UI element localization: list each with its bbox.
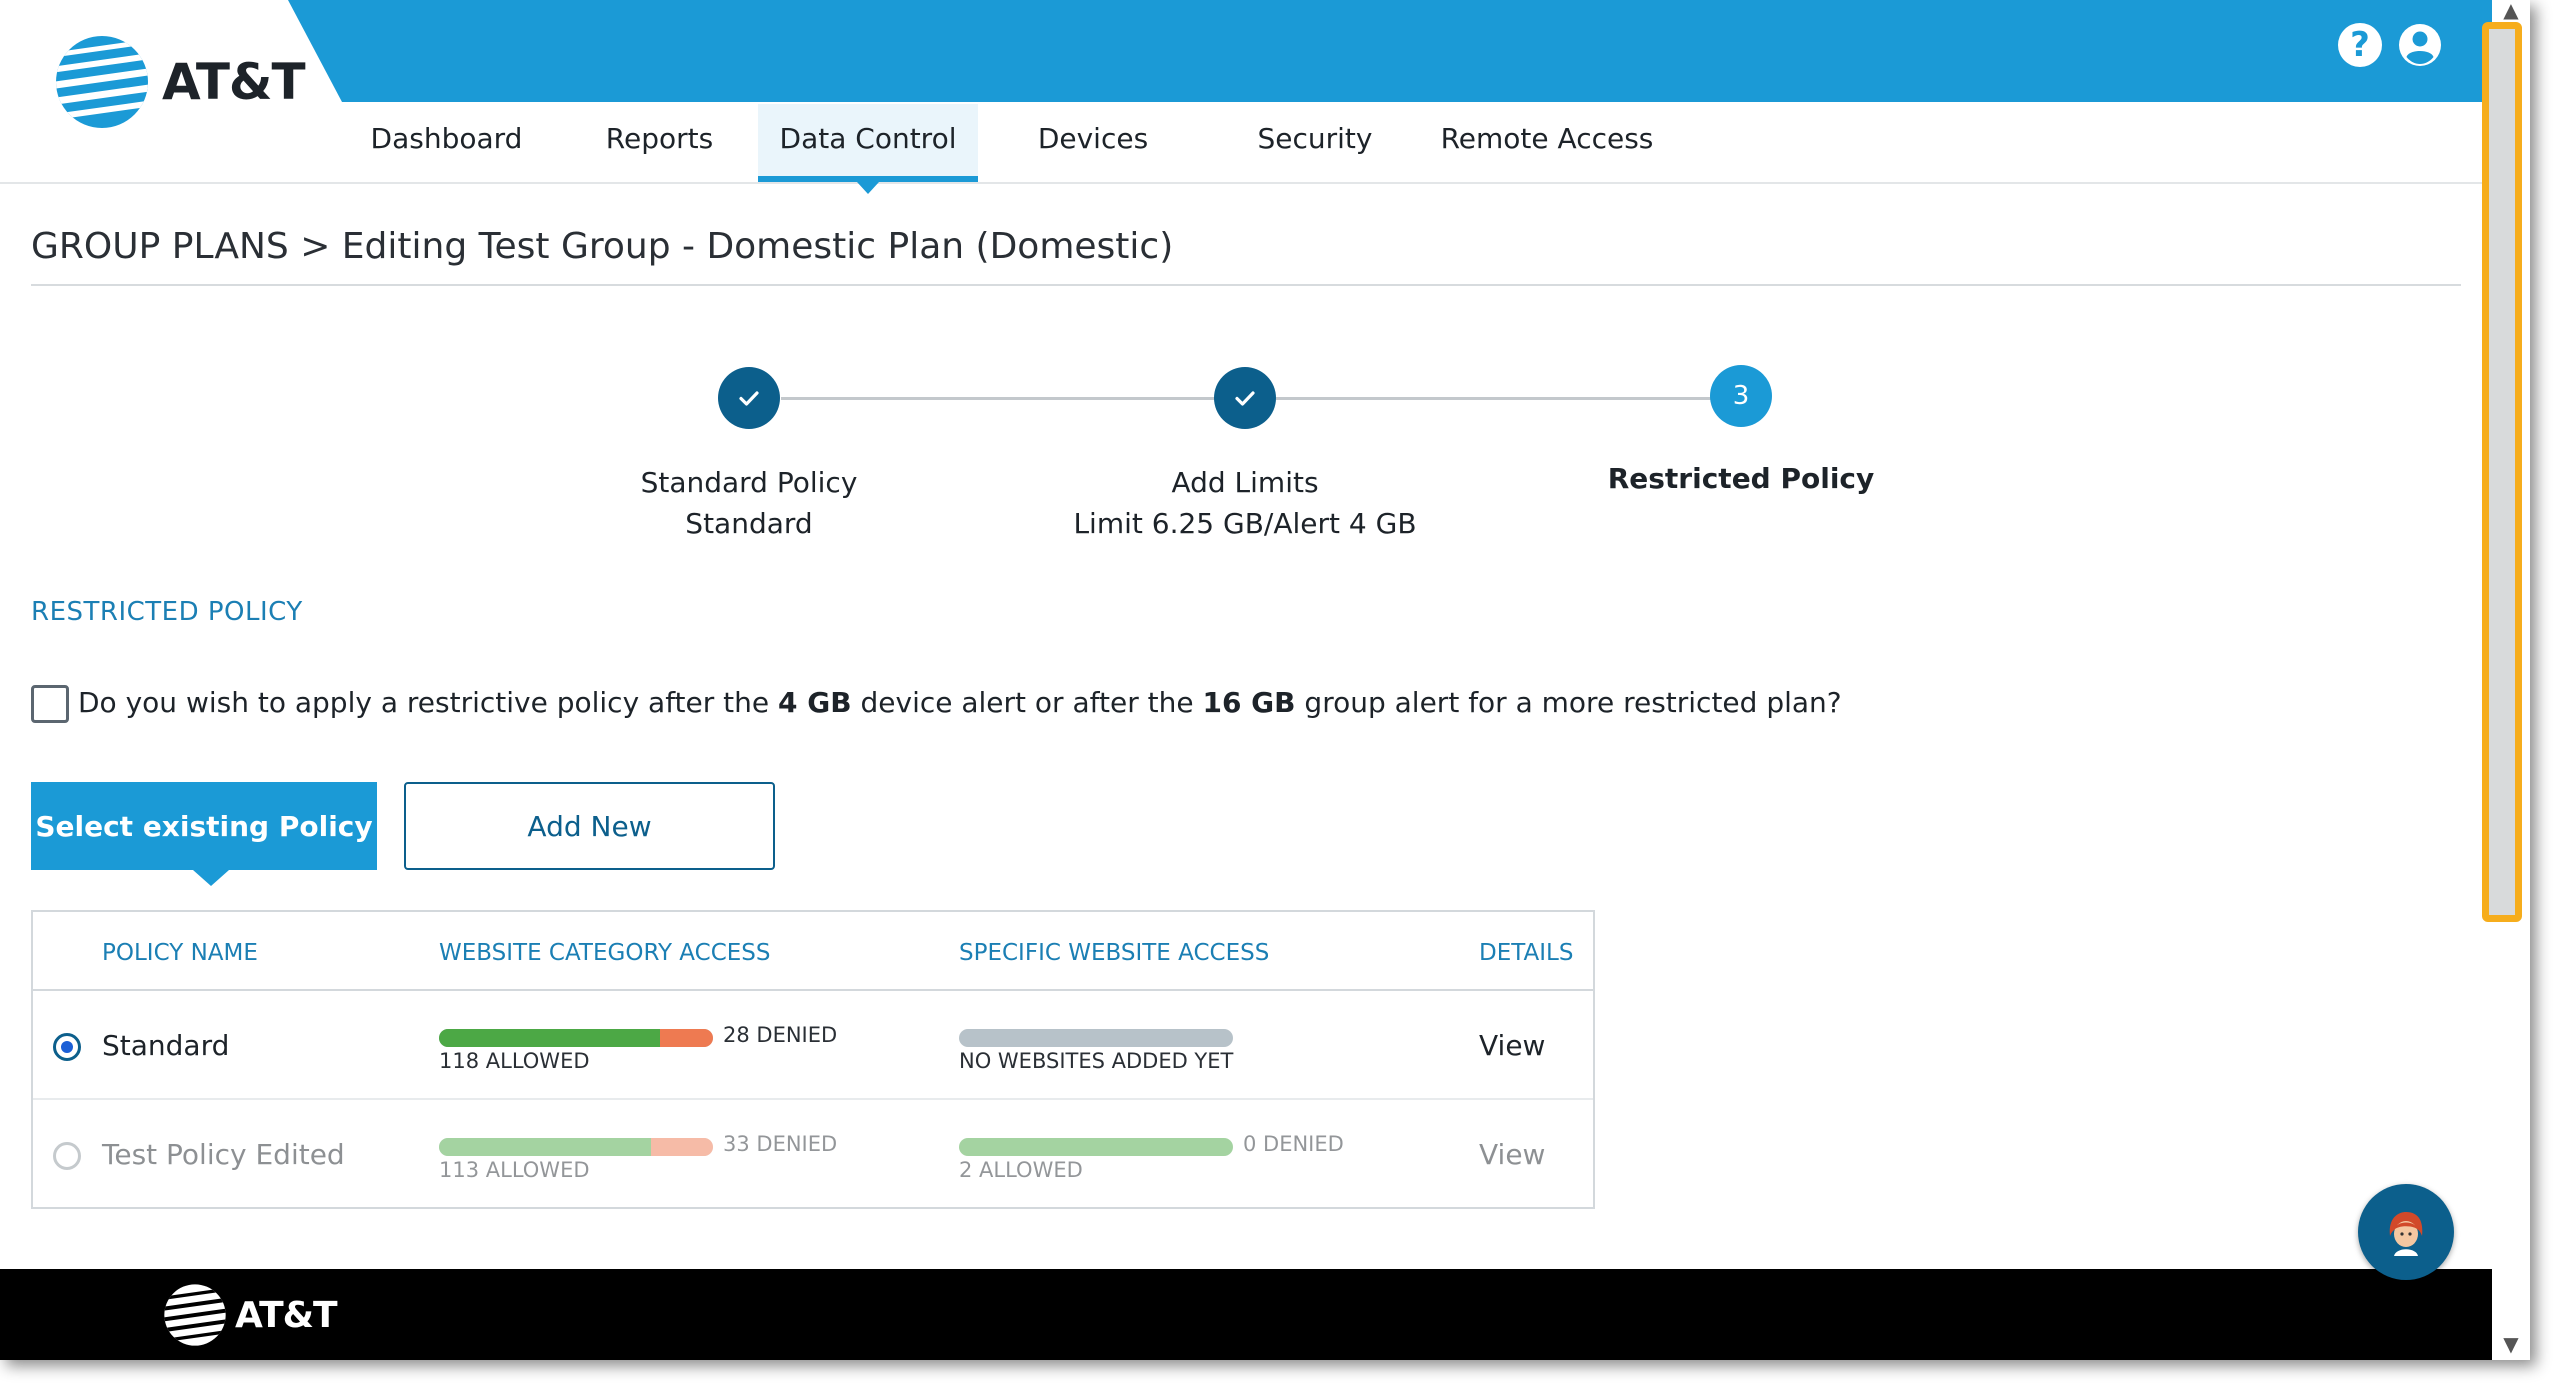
column-header-category-access: WEBSITE CATEGORY ACCESS <box>439 940 771 966</box>
specific-denied-label: 0 DENIED <box>1243 1132 1344 1156</box>
restrictive-policy-question: Do you wish to apply a restrictive polic… <box>78 686 1842 719</box>
table-row: Standard 28 DENIED 118 ALLOWED NO WEBSIT… <box>33 989 1593 1097</box>
step-subtitle: Standard <box>685 507 813 540</box>
scroll-up-arrow-icon[interactable]: ▲ <box>2492 0 2530 20</box>
header-divider <box>0 182 2492 184</box>
allowed-segment <box>439 1029 661 1047</box>
browser-viewport: AT&T ? Dashboard Reports Data Control De… <box>0 0 2530 1360</box>
main-nav: Dashboard Reports Data Control Devices S… <box>340 104 1672 194</box>
device-alert-value: 4 GB <box>778 686 852 719</box>
nav-reports[interactable]: Reports <box>553 104 766 182</box>
top-header: AT&T ? Dashboard Reports Data Control De… <box>0 0 2492 194</box>
policy-radio-test-policy-edited[interactable] <box>53 1142 81 1170</box>
specific-access-bar <box>959 1138 1233 1156</box>
nav-devices[interactable]: Devices <box>978 104 1208 182</box>
policy-radio-standard[interactable] <box>53 1033 81 1061</box>
chat-assistant-button[interactable] <box>2358 1184 2454 1280</box>
add-new-policy-button[interactable]: Add New <box>404 782 775 870</box>
section-title: RESTRICTED POLICY <box>31 597 303 627</box>
category-allowed-label: 113 ALLOWED <box>439 1158 590 1182</box>
step-1-check-icon <box>718 367 780 429</box>
nav-security[interactable]: Security <box>1208 104 1422 182</box>
policy-table: POLICY NAME WEBSITE CATEGORY ACCESS SPEC… <box>31 910 1595 1209</box>
column-header-details: DETAILS <box>1479 940 1574 966</box>
page-footer: AT&T <box>0 1269 2492 1360</box>
selected-option-caret <box>193 870 229 886</box>
page-breadcrumb: GROUP PLANS > Editing Test Group - Domes… <box>31 226 1174 267</box>
nav-label: Data Control <box>779 122 957 155</box>
nav-label: Devices <box>1037 122 1149 155</box>
scrollbar-thumb[interactable] <box>2482 22 2522 922</box>
nav-remote-access[interactable]: Remote Access <box>1422 104 1672 182</box>
step-2-label: Add Limits Limit 6.25 GB/Alert 4 GB <box>995 462 1495 544</box>
step-title: Restricted Policy <box>1607 462 1875 495</box>
footer-att-logo[interactable]: AT&T <box>163 1283 338 1347</box>
step-1-label: Standard Policy Standard <box>499 462 999 544</box>
question-text: device alert or after the <box>851 686 1203 719</box>
nav-data-control[interactable]: Data Control <box>758 104 978 194</box>
denied-segment <box>660 1029 713 1047</box>
question-text: group alert for a more restricted plan? <box>1295 686 1842 719</box>
category-access-bar <box>439 1029 713 1047</box>
step-subtitle: Limit 6.25 GB/Alert 4 GB <box>1073 507 1417 540</box>
att-globe-icon <box>56 36 148 128</box>
nav-label: Dashboard <box>370 122 523 155</box>
question-text: Do you wish to apply a restrictive polic… <box>78 686 779 719</box>
att-globe-icon <box>164 1284 226 1346</box>
step-title: Add Limits <box>1171 466 1319 499</box>
select-existing-policy-button[interactable]: Select existing Policy <box>31 782 377 870</box>
att-logo[interactable]: AT&T <box>54 34 306 130</box>
step-connector <box>781 397 1216 400</box>
step-2-check-icon <box>1214 367 1276 429</box>
step-3-label: Restricted Policy <box>1491 458 1991 499</box>
table-row: Test Policy Edited 33 DENIED 113 ALLOWED… <box>33 1098 1593 1206</box>
policy-name: Standard <box>102 1029 230 1062</box>
view-details-link[interactable]: View <box>1479 1029 1545 1062</box>
nav-label: Remote Access <box>1440 122 1654 155</box>
restrictive-policy-checkbox[interactable] <box>31 685 69 723</box>
check-icon <box>739 391 759 406</box>
step-connector <box>1276 397 1711 400</box>
allowed-segment <box>959 1138 1233 1156</box>
step-3-number: 3 <box>1710 365 1772 427</box>
help-glyph: ? <box>2350 25 2370 65</box>
footer-brand-name: AT&T <box>235 1294 338 1336</box>
scroll-down-arrow-icon[interactable]: ▼ <box>2492 1332 2530 1356</box>
allowed-segment <box>439 1138 652 1156</box>
page-content: AT&T ? Dashboard Reports Data Control De… <box>0 0 2492 1360</box>
step-title: Standard Policy <box>640 466 858 499</box>
user-circle-icon[interactable] <box>2398 23 2442 67</box>
policy-name: Test Policy Edited <box>102 1138 345 1171</box>
category-access-bar <box>439 1138 713 1156</box>
group-alert-value: 16 GB <box>1202 686 1296 719</box>
category-denied-label: 28 DENIED <box>723 1023 838 1047</box>
nav-label: Reports <box>605 122 714 155</box>
denied-segment <box>651 1138 713 1156</box>
category-denied-label: 33 DENIED <box>723 1132 838 1156</box>
specific-empty-label: NO WEBSITES ADDED YET <box>959 1049 1234 1073</box>
specific-access-bar <box>959 1029 1233 1047</box>
category-allowed-label: 118 ALLOWED <box>439 1049 590 1073</box>
view-details-link[interactable]: View <box>1479 1138 1545 1171</box>
column-header-specific-access: SPECIFIC WEBSITE ACCESS <box>959 940 1270 966</box>
nav-label: Security <box>1257 122 1373 155</box>
chat-assistant-avatar-icon <box>2389 1212 2423 1256</box>
check-icon <box>1235 391 1255 406</box>
header-blue-band <box>0 0 2492 102</box>
breadcrumb-divider <box>31 284 2461 286</box>
specific-allowed-label: 2 ALLOWED <box>959 1158 1083 1182</box>
help-icon[interactable]: ? <box>2338 23 2382 67</box>
column-header-policy-name: POLICY NAME <box>102 940 258 966</box>
nav-dashboard[interactable]: Dashboard <box>340 104 553 182</box>
active-tab-caret <box>857 182 879 194</box>
brand-name: AT&T <box>162 53 306 111</box>
